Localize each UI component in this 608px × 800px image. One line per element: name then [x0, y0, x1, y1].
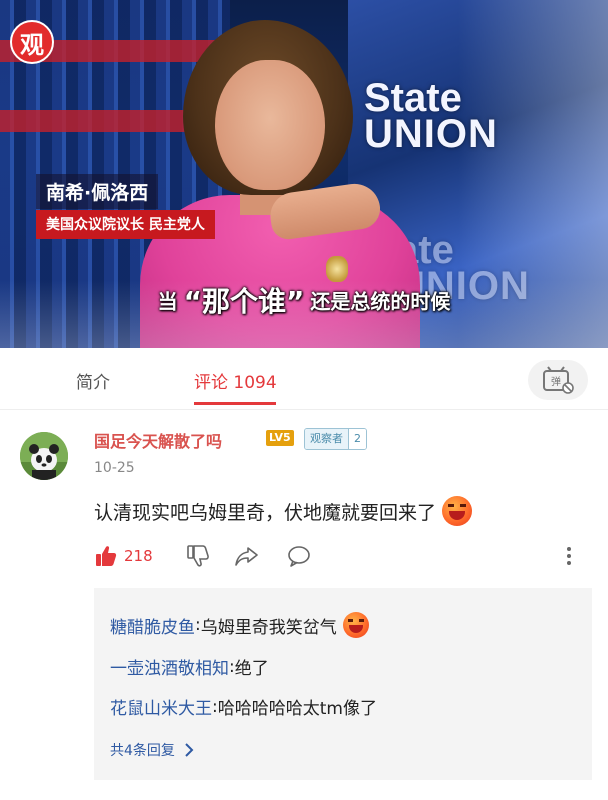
angry-face-icon: [442, 496, 473, 526]
panda-avatar-icon: [20, 432, 68, 480]
comment-body: 认清现实吧乌姆里奇，伏地魔就要回来了: [94, 496, 473, 526]
comment-card: 国足今天解散了吗 LV5 观察者 2 10-25 认清现实吧乌姆里奇，伏地魔就要…: [0, 410, 608, 800]
observer-badge-level: 2: [348, 429, 366, 449]
speaker-title-plate: 美国众议院议长 民主党人: [36, 210, 215, 239]
tab-comments[interactable]: 评论 1094: [194, 368, 277, 393]
reply-thread: 糖醋脆皮鱼: 乌姆里奇我笑岔气 一壶浊酒敬相知: 绝了 花鼠山米大王: 哈哈哈哈…: [94, 588, 592, 780]
user-level-badge: LV5: [266, 430, 294, 446]
reply-item[interactable]: 花鼠山米大王: 哈哈哈哈哈太tm像了: [110, 694, 377, 720]
like-button[interactable]: 218: [94, 544, 153, 568]
svg-text:弹: 弹: [551, 375, 561, 388]
active-tab-indicator: [194, 402, 276, 405]
share-icon[interactable]: [234, 544, 260, 568]
speaker-name-plate: 南希·佩洛西: [36, 174, 159, 209]
comment-text: 认清现实吧乌姆里奇，伏地魔就要回来了: [94, 501, 437, 524]
comment-date: 10-25: [94, 460, 135, 476]
comment-actions: 218: [94, 542, 594, 572]
danmaku-toggle-icon: 弹: [543, 366, 574, 394]
thumbs-down-icon[interactable]: [186, 544, 210, 568]
danmaku-toggle-button[interactable]: 弹: [528, 360, 588, 400]
reply-text: 绝了: [234, 659, 269, 679]
tab-intro[interactable]: 简介: [76, 368, 110, 393]
observer-badge-label: 观察者: [305, 429, 348, 449]
reply-username[interactable]: 一壶浊酒敬相知: [110, 654, 229, 679]
view-all-replies-label: 共4条回复: [110, 743, 175, 759]
more-options-icon[interactable]: [564, 544, 574, 568]
comment-username[interactable]: 国足今天解散了吗: [94, 428, 222, 452]
reply-bubble-icon[interactable]: [286, 544, 312, 568]
reply-username[interactable]: 花鼠山米大王: [110, 694, 212, 719]
reply-username[interactable]: 糖醋脆皮鱼: [110, 613, 195, 638]
speaker-brooch: [326, 256, 348, 282]
view-all-replies-link[interactable]: 共4条回复: [110, 740, 197, 760]
avatar[interactable]: [20, 432, 68, 480]
tab-bar: 简介 评论 1094 弹: [0, 348, 608, 410]
like-count: 218: [124, 547, 153, 565]
app-logo: 观: [10, 20, 54, 64]
video-player[interactable]: State UNION ate UNION 观 南希·佩洛西 美国众议院议长 民…: [0, 0, 608, 348]
reply-item[interactable]: 一壶浊酒敬相知: 绝了: [110, 654, 269, 680]
speaker-face: [215, 60, 325, 190]
angry-face-icon: [342, 612, 369, 638]
reply-text: 哈哈哈哈哈太tm像了: [217, 699, 377, 719]
reply-text: 乌姆里奇我笑岔气: [200, 617, 337, 638]
state-of-union-logo: State UNION: [364, 76, 498, 156]
chevron-right-icon: [185, 743, 194, 757]
video-subtitle: 当 “那个谁” 还是总统的时候: [157, 285, 451, 318]
thumbs-up-icon: [96, 546, 117, 566]
observer-badge: 观察者 2: [304, 428, 367, 450]
reply-item[interactable]: 糖醋脆皮鱼: 乌姆里奇我笑岔气: [110, 612, 369, 638]
